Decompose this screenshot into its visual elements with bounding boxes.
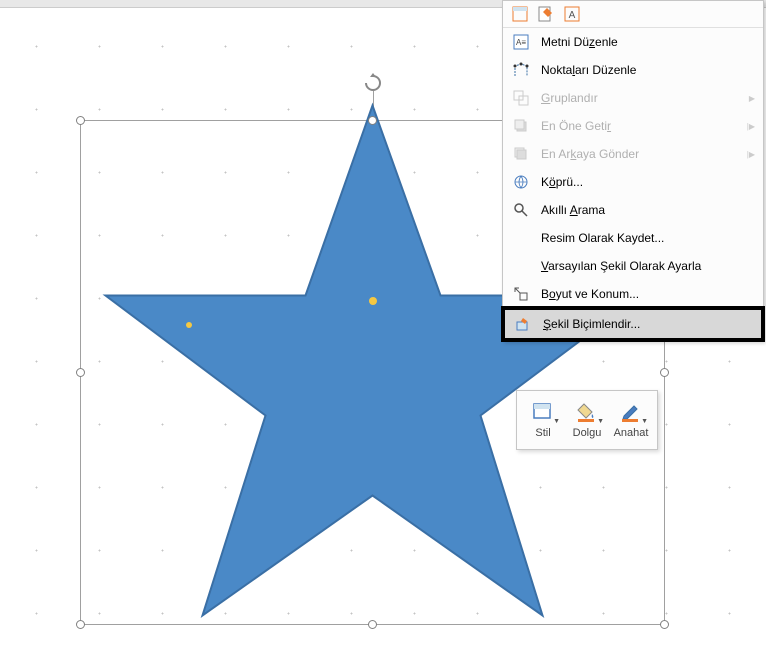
- menu-smart-lookup[interactable]: Akıllı Arama: [503, 196, 763, 224]
- edit-points-icon: [511, 61, 531, 79]
- menu-label: Boyut ve Konum...: [541, 287, 755, 301]
- resize-handle[interactable]: [368, 620, 377, 629]
- menu-bring-front[interactable]: En Öne Getir |▶: [503, 112, 763, 140]
- menu-label: Varsayılan Şekil Olarak Ayarla: [541, 259, 755, 273]
- menu-format-shape-highlight: Şekil Biçimlendir...: [501, 306, 765, 342]
- menu-label: Gruplandır: [541, 91, 749, 105]
- menu-save-as-picture[interactable]: Resim Olarak Kaydet...: [503, 224, 763, 252]
- svg-text:A≡: A≡: [516, 38, 526, 47]
- style-icon: ▼: [530, 401, 556, 423]
- menu-label: En Öne Getir: [541, 119, 747, 133]
- dropdown-caret-icon: ▼: [641, 418, 648, 425]
- button-label: Stil: [535, 427, 550, 439]
- format-shape-icon: [513, 315, 533, 333]
- button-label: Anahat: [614, 427, 649, 439]
- submenu-arrow-icon: |▶: [747, 122, 755, 131]
- size-position-icon: [511, 285, 531, 303]
- outline-icon: ▼: [618, 401, 644, 423]
- menu-send-back[interactable]: En Arkaya Gönder |▶: [503, 140, 763, 168]
- submenu-arrow-icon: ▶: [749, 94, 755, 103]
- blank-icon: [511, 229, 531, 247]
- menu-group: Gruplandır ▶: [503, 84, 763, 112]
- hyperlink-icon: [511, 173, 531, 191]
- floating-shape-toolbar: ▼ Stil ▼ Dolgu ▼ Anahat: [516, 390, 658, 450]
- rotate-handle-icon[interactable]: [363, 73, 383, 93]
- outline-button[interactable]: ▼ Anahat: [609, 397, 653, 443]
- button-label: Dolgu: [573, 427, 602, 439]
- menu-label: En Arkaya Gönder: [541, 147, 747, 161]
- menu-label: Noktaları Düzenle: [541, 63, 755, 77]
- menu-edit-text[interactable]: A≡ Metni Düzenle: [503, 28, 763, 56]
- resize-handle[interactable]: [76, 116, 85, 125]
- mini-toolbar: A: [503, 1, 763, 28]
- send-back-icon: [511, 145, 531, 163]
- fill-icon: ▼: [574, 401, 600, 423]
- menu-set-default-shape[interactable]: Varsayılan Şekil Olarak Ayarla: [503, 252, 763, 280]
- svg-text:A: A: [569, 10, 576, 21]
- menu-edit-points[interactable]: Noktaları Düzenle: [503, 56, 763, 84]
- edit-mini-icon[interactable]: [537, 5, 555, 23]
- shape-center-marker[interactable]: [369, 297, 377, 305]
- submenu-arrow-icon: |▶: [747, 150, 755, 159]
- edit-text-icon: A≡: [511, 33, 531, 51]
- text-mini-icon[interactable]: A: [563, 5, 581, 23]
- style-mini-icon[interactable]: [511, 5, 529, 23]
- dropdown-caret-icon: ▼: [597, 418, 604, 425]
- dropdown-caret-icon: ▼: [553, 418, 560, 425]
- blank-icon: [511, 257, 531, 275]
- menu-label: Köprü...: [541, 175, 755, 189]
- menu-size-position[interactable]: Boyut ve Konum...: [503, 280, 763, 308]
- bring-front-icon: [511, 117, 531, 135]
- resize-handle[interactable]: [368, 116, 377, 125]
- resize-handle[interactable]: [76, 620, 85, 629]
- resize-handle[interactable]: [660, 368, 669, 377]
- resize-handle[interactable]: [660, 620, 669, 629]
- smart-lookup-icon: [511, 201, 531, 219]
- menu-label: Resim Olarak Kaydet...: [541, 231, 755, 245]
- resize-handle[interactable]: [76, 368, 85, 377]
- menu-format-shape[interactable]: Şekil Biçimlendir...: [505, 310, 761, 338]
- menu-label: Metni Düzenle: [541, 35, 755, 49]
- menu-hyperlink[interactable]: Köprü...: [503, 168, 763, 196]
- menu-label: Akıllı Arama: [541, 203, 755, 217]
- style-button[interactable]: ▼ Stil: [521, 397, 565, 443]
- context-menu: A A≡ Metni Düzenle Noktaları Düzenle Gru…: [502, 0, 764, 341]
- group-icon: [511, 89, 531, 107]
- menu-label: Şekil Biçimlendir...: [543, 317, 753, 331]
- fill-button[interactable]: ▼ Dolgu: [565, 397, 609, 443]
